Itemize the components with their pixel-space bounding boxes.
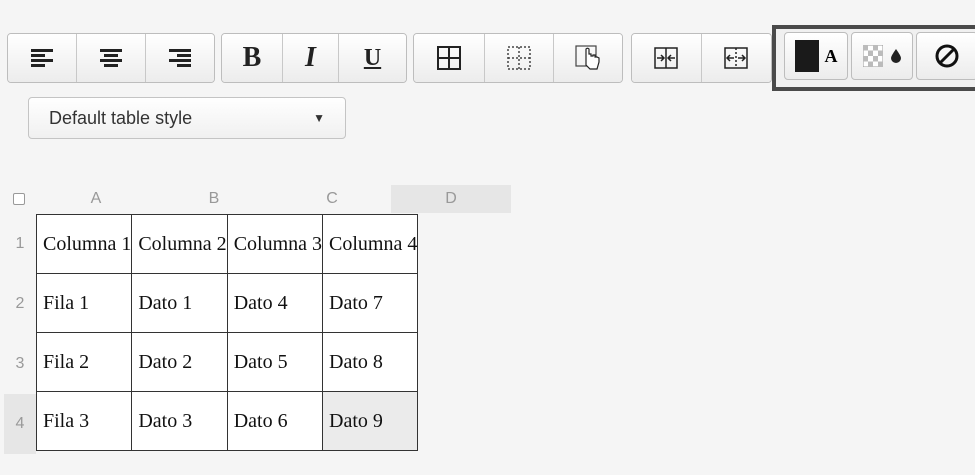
underline-icon: U	[363, 44, 382, 71]
no-format-icon	[935, 44, 959, 68]
split-cells-button[interactable]	[701, 34, 771, 82]
table-cell[interactable]: Dato 7	[322, 273, 419, 333]
select-all-checkbox[interactable]	[13, 193, 25, 205]
table-cell[interactable]: Dato 5	[226, 332, 324, 392]
row-header-4[interactable]: 4	[4, 394, 36, 454]
merge-cells-button[interactable]	[632, 34, 702, 82]
row-header-1[interactable]: 1	[4, 214, 36, 274]
align-center-icon	[100, 49, 122, 67]
inner-borders-button[interactable]	[485, 34, 554, 82]
table-row: Fila 3 Dato 3 Dato 6 Dato 9	[35, 391, 419, 451]
table-cell[interactable]: Fila 2	[35, 332, 133, 392]
table-cell[interactable]: Dato 3	[131, 391, 228, 451]
align-left-icon	[31, 49, 53, 67]
dashed-borders-icon	[507, 46, 531, 70]
align-left-button[interactable]	[8, 34, 77, 82]
table-cell[interactable]: Fila 1	[35, 273, 133, 333]
background-color-button[interactable]	[851, 32, 913, 80]
alignment-group	[7, 33, 215, 83]
all-borders-icon	[437, 46, 462, 70]
column-header-a[interactable]: A	[37, 185, 155, 213]
table-style-select[interactable]: Default table style ▼	[28, 97, 346, 139]
hand-pointer-icon	[575, 45, 600, 70]
drop-icon	[891, 49, 901, 63]
text-color-button[interactable]: A	[784, 32, 848, 80]
table-cell[interactable]: Columna 4	[322, 214, 419, 274]
table-cell[interactable]: Columna 2	[131, 214, 228, 274]
borders-group	[413, 33, 623, 83]
merge-group	[631, 33, 772, 83]
clear-format-button[interactable]	[916, 32, 975, 80]
text-color-letter: A	[824, 45, 838, 66]
table-row: Fila 2 Dato 2 Dato 5 Dato 8	[35, 332, 419, 392]
table-cell[interactable]: Fila 3	[35, 391, 133, 451]
align-right-button[interactable]	[146, 34, 214, 82]
merge-cells-icon	[654, 47, 678, 69]
text-format-group: B I U	[221, 33, 407, 83]
column-header-d[interactable]: D	[391, 185, 511, 213]
align-right-icon	[169, 49, 191, 67]
select-cell-button[interactable]	[553, 34, 622, 82]
table-cell[interactable]: Columna 1	[35, 214, 133, 274]
table-cell[interactable]: Dato 4	[226, 273, 324, 333]
align-center-button[interactable]	[77, 34, 146, 82]
bold-icon: B	[242, 42, 262, 73]
table-row: Columna 1 Columna 2 Columna 3 Columna 4	[35, 214, 419, 274]
table-cell[interactable]: Dato 8	[322, 332, 419, 392]
data-table: Columna 1 Columna 2 Columna 3 Columna 4 …	[35, 214, 419, 451]
table-cell[interactable]: Dato 6	[226, 391, 324, 451]
table-style-value: Default table style	[49, 107, 193, 128]
table-cell[interactable]: Dato 1	[131, 273, 228, 333]
table-cell[interactable]: Columna 3	[226, 214, 324, 274]
checker-icon	[863, 45, 883, 67]
italic-icon: I	[305, 42, 316, 73]
table-cell-selected[interactable]: Dato 9	[322, 391, 419, 451]
table-cell[interactable]: Dato 2	[131, 332, 228, 392]
bold-button[interactable]: B	[222, 34, 283, 82]
color-swatch	[794, 40, 819, 72]
column-header-c[interactable]: C	[273, 185, 391, 213]
italic-button[interactable]: I	[283, 34, 339, 82]
split-cells-icon	[724, 47, 748, 69]
row-header-3[interactable]: 3	[4, 334, 36, 394]
row-header-2[interactable]: 2	[4, 274, 36, 334]
table-row: Fila 1 Dato 1 Dato 4 Dato 7	[35, 273, 419, 333]
column-header-b[interactable]: B	[155, 185, 273, 213]
color-group: A	[784, 32, 975, 82]
all-borders-button[interactable]	[414, 34, 486, 82]
underline-button[interactable]: U	[339, 34, 406, 82]
dropdown-caret-icon: ▼	[313, 111, 325, 125]
